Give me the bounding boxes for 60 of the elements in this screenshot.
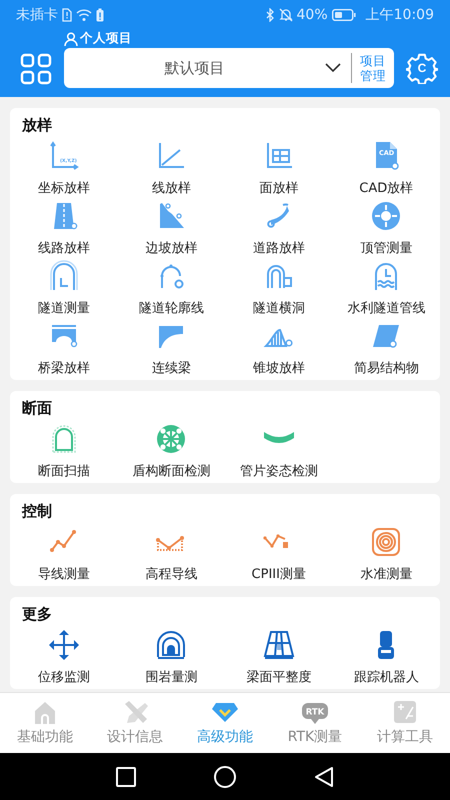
manage-project-button[interactable]: 项目管理 bbox=[351, 53, 394, 83]
bluetooth-icon bbox=[264, 8, 275, 22]
tab-icon bbox=[32, 699, 58, 725]
feature-button[interactable]: 面放样 bbox=[225, 140, 332, 200]
feature-button[interactable]: 线路放样 bbox=[10, 200, 118, 260]
settings-mark: C bbox=[418, 61, 426, 75]
feature-button[interactable]: 简易结构物 bbox=[332, 320, 440, 380]
clock-time: 上午10:09 bbox=[366, 6, 434, 24]
feature-button[interactable]: 断面扫描 bbox=[10, 423, 118, 483]
back-button[interactable] bbox=[314, 766, 334, 788]
recents-button[interactable] bbox=[116, 766, 136, 786]
feature-button[interactable]: 连续梁 bbox=[118, 320, 225, 380]
feature-button[interactable]: 跟踪机器人 bbox=[332, 629, 440, 689]
wifi-icon bbox=[76, 8, 92, 22]
tab[interactable]: 设计信息 bbox=[90, 693, 180, 753]
feature-button[interactable]: 隧道测量 bbox=[10, 260, 118, 320]
section-title: 放样 bbox=[22, 115, 53, 136]
feature-button[interactable]: 位移监测 bbox=[10, 629, 118, 689]
home-button[interactable] bbox=[214, 766, 236, 788]
feature-button[interactable]: 水利隧道管线 bbox=[332, 260, 440, 320]
tab-icon bbox=[392, 699, 418, 725]
feature-button[interactable]: 锥坡放样 bbox=[225, 320, 332, 380]
section-title: 断面 bbox=[22, 398, 53, 419]
battery-alert-icon bbox=[96, 8, 104, 22]
feature-button[interactable]: 隧道轮廓线 bbox=[118, 260, 225, 320]
muted-bell-icon bbox=[278, 8, 293, 22]
feature-button[interactable]: 高程导线 bbox=[118, 526, 225, 586]
menu-button[interactable] bbox=[20, 53, 52, 85]
battery-icon bbox=[332, 9, 356, 21]
tab[interactable]: RTK RTK测量 bbox=[270, 693, 360, 753]
feature-button[interactable]: CPIII测量 bbox=[225, 526, 332, 586]
circle-icon bbox=[214, 766, 236, 788]
feature-button[interactable]: 顶管测量 bbox=[332, 200, 440, 260]
section-title: 更多 bbox=[22, 604, 53, 625]
tab-icon bbox=[122, 699, 148, 725]
sim-icon bbox=[62, 8, 72, 22]
carrier-text: 未插卡 bbox=[16, 6, 58, 24]
settings-icon bbox=[406, 52, 438, 84]
feature-button[interactable]: 线放样 bbox=[118, 140, 225, 200]
feature-button[interactable]: 围岩量测 bbox=[118, 629, 225, 689]
person-icon bbox=[64, 32, 78, 46]
feature-button[interactable]: 梁面平整度 bbox=[225, 629, 332, 689]
project-label: 个人项目 bbox=[80, 30, 132, 47]
grid-menu-icon bbox=[20, 53, 52, 85]
feature-button[interactable]: 隧道横洞 bbox=[225, 260, 332, 320]
tab[interactable]: 基础功能 bbox=[0, 693, 90, 753]
chevron-down-icon bbox=[325, 63, 341, 73]
project-dropdown[interactable]: 默认项目 项目管理 bbox=[64, 48, 394, 88]
tab[interactable]: 计算工具 bbox=[360, 693, 450, 753]
battery-percent: 40% bbox=[296, 7, 328, 23]
feature-button[interactable]: 边坡放样 bbox=[118, 200, 225, 260]
feature-button[interactable]: 桥梁放样 bbox=[10, 320, 118, 380]
feature-button[interactable]: 管片姿态检测 bbox=[225, 423, 332, 483]
feature-button[interactable]: 盾构断面检测 bbox=[118, 423, 225, 483]
back-triangle-icon bbox=[314, 766, 334, 788]
square-icon bbox=[116, 766, 136, 786]
feature-button[interactable]: 导线测量 bbox=[10, 526, 118, 586]
feature-button[interactable]: 水准测量 bbox=[332, 526, 440, 586]
feature-button[interactable]: 道路放样 bbox=[225, 200, 332, 260]
section-title: 控制 bbox=[22, 501, 53, 522]
